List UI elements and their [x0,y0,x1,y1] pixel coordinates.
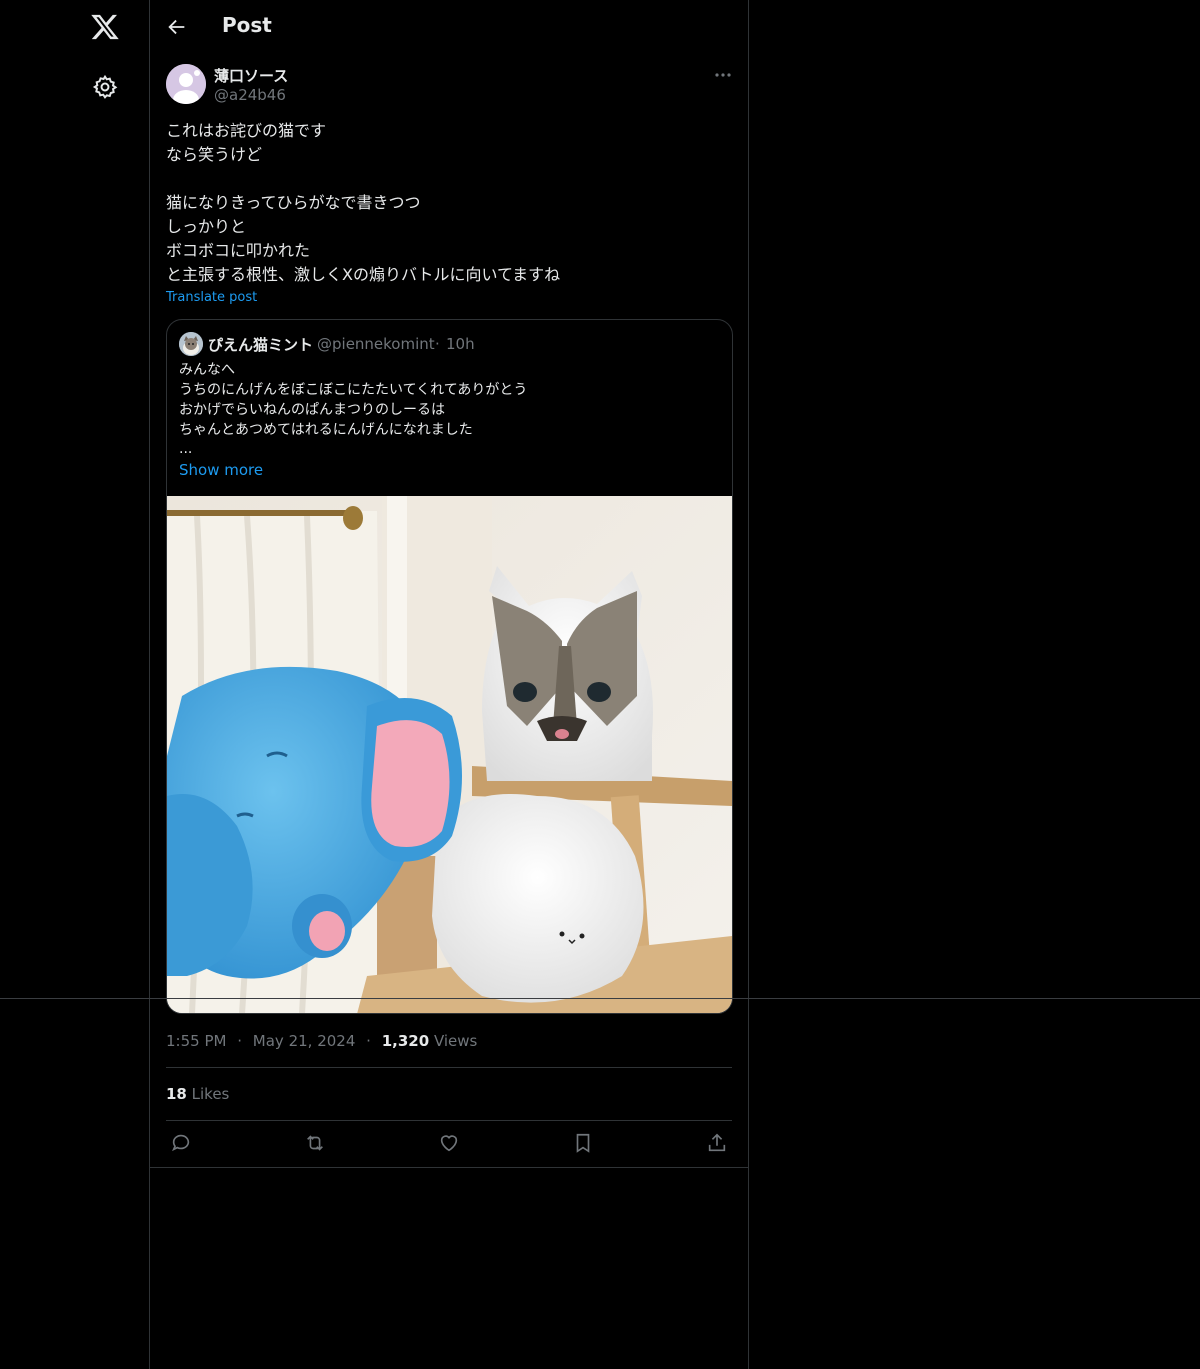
divider [166,1067,732,1068]
quote-ellipsis: ... [179,441,193,457]
action-bar [166,1132,732,1156]
divider [166,1120,732,1121]
quoted-post[interactable]: ぴえん猫ミント @piennekomint · 10h みんなへ うちのにんげん… [166,319,733,1014]
gear-icon[interactable] [92,74,118,100]
bookmark-icon[interactable] [572,1132,594,1154]
author-handle[interactable]: @a24b46 [214,86,286,104]
viewport-fold-line [0,998,1200,999]
more-options-icon[interactable] [712,66,734,84]
author-display-name[interactable]: 薄口ソース [214,65,288,86]
quote-avatar[interactable] [179,332,203,356]
page-title: Post [222,13,272,37]
arrow-left-icon[interactable] [166,16,188,38]
post-meta: 1:55 PM · May 21, 2024 · 1,320 Views [166,1032,477,1050]
quote-text: みんなへ うちのにんげんをぼこぼこにたたいてくれてありがとう おかげでらいねんの… [179,362,528,438]
top-bar: Post [150,0,748,54]
views-label: Views [433,1032,478,1050]
views-count: 1,320 [381,1032,430,1050]
reply-icon[interactable] [170,1132,192,1154]
quote-separator: · [435,335,440,353]
post-text: これはお詫びの猫です なら笑うけど 猫になりきってひらがなで書きつつ しっかりと… [166,121,561,284]
divider [150,1167,748,1168]
quote-handle[interactable]: @piennekomint [317,335,435,353]
post-column: Post 薄口ソース @a24b46 これはお詫びの猫です なら笑うけど 猫にな… [149,0,749,1369]
post-time[interactable]: 1:55 PM [166,1032,226,1050]
quote-time[interactable]: 10h [446,335,475,353]
translate-post-link[interactable]: Translate post [166,290,257,305]
avatar[interactable] [166,64,206,104]
repost-icon[interactable] [304,1132,326,1154]
quote-display-name[interactable]: ぴえん猫ミント [208,334,313,355]
likes-summary[interactable]: 18 Likes [166,1085,229,1103]
likes-label: Likes [191,1085,230,1103]
quote-media-photo[interactable] [167,496,732,1014]
likes-count: 18 [166,1085,187,1103]
x-logo-icon[interactable] [90,12,120,42]
meta-separator: · [237,1032,243,1050]
meta-separator: · [366,1032,371,1050]
share-icon[interactable] [706,1132,728,1154]
like-icon[interactable] [438,1132,460,1154]
left-nav [0,0,149,1369]
show-more-link[interactable]: Show more [179,461,263,479]
post-date[interactable]: May 21, 2024 [253,1032,356,1050]
